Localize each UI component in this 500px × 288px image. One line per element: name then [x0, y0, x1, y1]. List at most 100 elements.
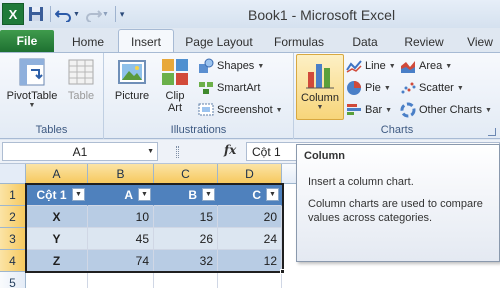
- tab-formulas[interactable]: Formulas: [268, 32, 330, 52]
- empty-cell[interactable]: [88, 272, 154, 288]
- row-header-1[interactable]: 1: [0, 184, 26, 206]
- ribbon-tabs: File Home Insert Page Layout Formulas Da…: [0, 28, 500, 53]
- save-icon[interactable]: [28, 4, 44, 24]
- tab-page-layout[interactable]: Page Layout: [180, 32, 258, 52]
- tooltip-line-1: Insert a column chart.: [308, 176, 414, 188]
- window-title: Book1 - Microsoft Excel: [248, 7, 396, 23]
- bar-chart-icon: [347, 104, 361, 115]
- line-chart-label: Line: [365, 60, 386, 72]
- tab-review[interactable]: Review: [398, 32, 450, 52]
- pie-chart-label: Pie: [365, 82, 381, 94]
- undo-dropdown-icon[interactable]: ▼: [73, 4, 80, 24]
- clipart-button[interactable]: Clip Art: [158, 56, 192, 114]
- group-illustrations: Picture Clip Art Shapes ▼ SmartArt Screen…: [104, 53, 294, 139]
- tab-home[interactable]: Home: [62, 32, 114, 52]
- tab-data[interactable]: Data: [344, 32, 386, 52]
- tooltip-line-2: Column charts are used to compare values…: [308, 198, 483, 224]
- header-label: C: [252, 187, 261, 202]
- insert-function-icon[interactable]: fx: [224, 143, 236, 157]
- table-cell[interactable]: 15: [154, 206, 218, 228]
- picture-button[interactable]: Picture: [110, 56, 154, 102]
- customize-qat-icon[interactable]: ▾: [120, 4, 125, 24]
- table-cell[interactable]: Y: [26, 228, 88, 250]
- table-cell[interactable]: 74: [88, 250, 154, 272]
- row-header-5[interactable]: 5: [0, 272, 26, 288]
- qat-separator: [50, 6, 51, 22]
- quick-access-toolbar: X ▼ ▼ ▾: [0, 0, 124, 28]
- column-chart-tooltip: Column Insert a column chart. Column cha…: [296, 144, 500, 262]
- table-cell[interactable]: X: [26, 206, 88, 228]
- other-charts-label: Other Charts: [419, 104, 482, 116]
- clipart-icon: [162, 59, 188, 85]
- name-box[interactable]: A1 ▼: [2, 142, 158, 161]
- redo-icon[interactable]: [84, 4, 102, 24]
- filter-dropdown-icon[interactable]: ▼: [202, 188, 215, 201]
- table-icon: [68, 59, 94, 85]
- screenshot-button[interactable]: Screenshot ▼: [198, 100, 283, 120]
- table-cell[interactable]: 10: [88, 206, 154, 228]
- tab-view[interactable]: View: [462, 32, 498, 52]
- table-cell[interactable]: 20: [218, 206, 282, 228]
- table-cell[interactable]: 45: [88, 228, 154, 250]
- chevron-down-icon: ▼: [388, 62, 396, 70]
- title-bar: X ▼ ▼ ▾ Book1 - Microsoft Excel: [0, 0, 500, 28]
- screenshot-label: Screenshot: [217, 104, 273, 116]
- table-header-cell[interactable]: Cột 1 ▼: [26, 184, 88, 206]
- excel-app-icon[interactable]: X: [2, 3, 24, 25]
- filter-dropdown-icon[interactable]: ▼: [266, 188, 279, 201]
- shapes-icon: [199, 58, 214, 73]
- table-header-cell[interactable]: A ▼: [88, 184, 154, 206]
- line-chart-button[interactable]: Line ▼: [346, 56, 396, 76]
- picture-label: Picture: [114, 90, 150, 102]
- bar-chart-button[interactable]: Bar ▼: [346, 100, 392, 120]
- table-cell[interactable]: 24: [218, 228, 282, 250]
- table-cell[interactable]: 26: [154, 228, 218, 250]
- select-all-corner[interactable]: [0, 164, 26, 184]
- row-header-3[interactable]: 3: [0, 228, 26, 250]
- empty-cell[interactable]: [218, 272, 282, 288]
- row-header-2[interactable]: 2: [0, 206, 26, 228]
- column-header-c[interactable]: C: [154, 164, 218, 184]
- pivottable-button[interactable]: PivotTable ▼: [4, 56, 60, 109]
- other-charts-button[interactable]: Other Charts ▼: [400, 100, 492, 120]
- filter-dropdown-icon[interactable]: ▼: [72, 188, 85, 201]
- column-header-b[interactable]: B: [88, 164, 154, 184]
- table-cell[interactable]: 32: [154, 250, 218, 272]
- smartart-button[interactable]: SmartArt: [198, 78, 260, 98]
- empty-cell[interactable]: [154, 272, 218, 288]
- smartart-icon: [199, 82, 213, 94]
- formula-bar-splitter[interactable]: [176, 146, 179, 158]
- table-header-cell[interactable]: B ▼: [154, 184, 218, 206]
- redo-dropdown-icon[interactable]: ▼: [102, 4, 109, 24]
- fill-handle[interactable]: [280, 269, 285, 274]
- chevron-down-icon: ▼: [275, 106, 283, 114]
- line-chart-icon: [346, 60, 362, 73]
- column-header-d[interactable]: D: [218, 164, 282, 184]
- group-label-charts: Charts: [380, 124, 414, 136]
- other-charts-icon: [400, 102, 416, 118]
- area-chart-button[interactable]: Area ▼: [400, 56, 452, 76]
- group-label-illustrations: Illustrations: [170, 124, 227, 136]
- chevron-down-icon[interactable]: ▼: [147, 148, 154, 155]
- pie-chart-button[interactable]: Pie ▼: [346, 78, 391, 98]
- column-header-a[interactable]: A: [26, 164, 88, 184]
- qat-separator: [114, 6, 116, 22]
- tab-insert[interactable]: Insert: [118, 29, 174, 53]
- shapes-button[interactable]: Shapes ▼: [198, 56, 264, 76]
- table-cell[interactable]: 12: [218, 250, 282, 272]
- tab-file[interactable]: File: [0, 30, 54, 52]
- table-header-cell[interactable]: C ▼: [218, 184, 282, 206]
- scatter-chart-button[interactable]: Scatter ▼: [400, 78, 464, 98]
- empty-cell[interactable]: [26, 272, 88, 288]
- table-cell[interactable]: Z: [26, 250, 88, 272]
- row-header-4[interactable]: 4: [0, 250, 26, 272]
- table-button[interactable]: Table: [62, 56, 100, 102]
- chevron-down-icon: ▼: [257, 62, 265, 70]
- header-label: A: [124, 187, 133, 202]
- clipart-label-1: Clip: [165, 90, 185, 102]
- area-chart-icon: [401, 61, 415, 73]
- filter-dropdown-icon[interactable]: ▼: [138, 188, 151, 201]
- column-chart-button[interactable]: Column ▼: [296, 54, 344, 120]
- dialog-launcher-icon[interactable]: [488, 128, 496, 136]
- undo-icon[interactable]: [55, 4, 73, 24]
